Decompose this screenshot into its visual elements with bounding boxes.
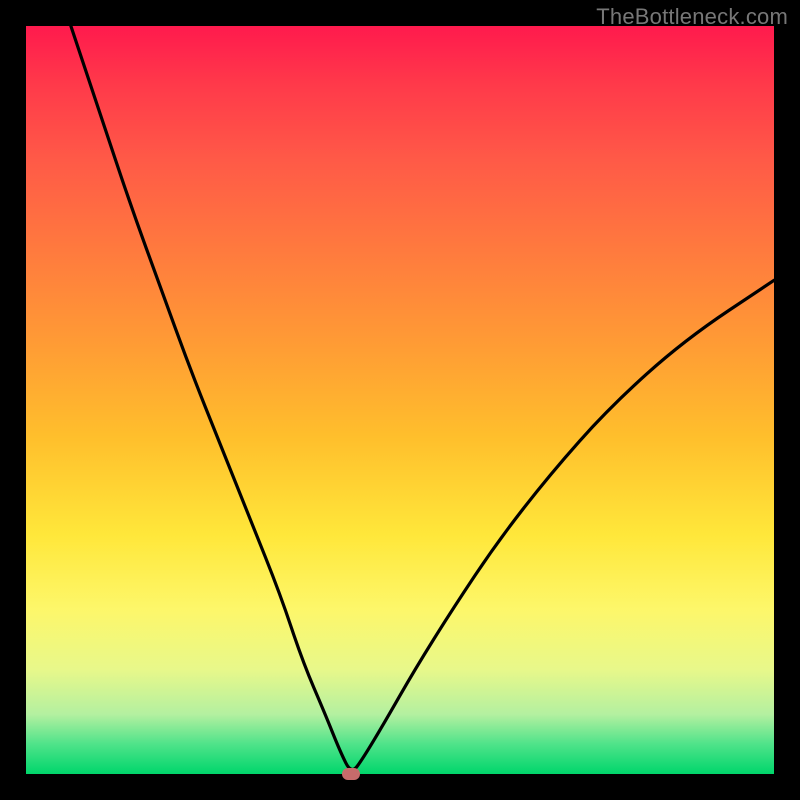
bottleneck-curve <box>26 26 774 774</box>
plot-area <box>26 26 774 774</box>
chart-container: TheBottleneck.com <box>0 0 800 800</box>
optimal-point-marker <box>342 768 360 780</box>
